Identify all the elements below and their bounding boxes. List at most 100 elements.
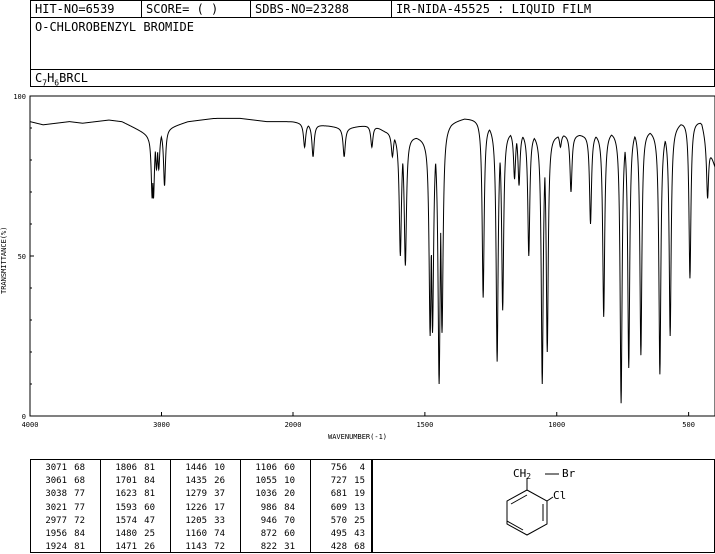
peak-column: 1446 10 1435 26 1279 37 1226 17 1205 33 1160 74 1143… <box>173 462 225 554</box>
compound-info-box: O-CHLOROBENZYL BROMIDE C7H6BRCL <box>30 17 715 87</box>
peak-transmittance: 70 <box>284 515 295 526</box>
hit-number: HIT-NO=6539 <box>35 2 115 16</box>
peak-wavenumber: 3038 <box>45 489 67 500</box>
peak-wavenumber: 2977 <box>45 515 67 526</box>
peak-row: 1574 47 <box>103 515 155 528</box>
peak-column: 1806 81 1701 84 1623 81 1593 60 1574 47 1480 25 1471… <box>103 462 155 554</box>
compound-name: O-CHLOROBENZYL BROMIDE <box>35 20 194 34</box>
peak-row: 3071 68 <box>33 462 85 475</box>
x-tick-label: 1500 <box>416 421 433 429</box>
peak-wavenumber: 872 <box>260 529 277 540</box>
peak-wavenumber: 1480 <box>115 529 137 540</box>
peak-row: 681 19 <box>313 488 365 501</box>
peak-transmittance: 72 <box>214 542 225 553</box>
ch2-label: CH2 <box>513 467 531 481</box>
peak-wavenumber: 1205 <box>185 515 207 526</box>
peak-wavenumber: 1435 <box>185 476 207 487</box>
peak-transmittance: 81 <box>144 489 155 500</box>
peak-row: 570 25 <box>313 515 365 528</box>
x-tick-label: 1000 <box>548 421 565 429</box>
br-label: Br <box>562 467 576 480</box>
peak-wavenumber: 1446 <box>185 463 207 473</box>
peak-wavenumber: 1471 <box>115 542 137 553</box>
y-axis-label: TRANSMITTANCE(%) <box>0 227 8 294</box>
peak-transmittance: 84 <box>144 476 155 487</box>
peak-transmittance: 19 <box>354 489 365 500</box>
x-axis-label: WAVENUMBER(-1) <box>328 433 387 441</box>
score: SCORE= ( ) <box>146 2 219 16</box>
sdbs-number: SDBS-NO=23288 <box>255 2 349 16</box>
peak-column-divider <box>240 460 241 552</box>
peak-row: 727 15 <box>313 475 365 488</box>
peak-transmittance: 25 <box>144 529 155 540</box>
peak-column: 1106 60 1055 10 1036 20 986 84 946 70 872 60 822 31 <box>243 462 295 554</box>
peak-transmittance: 84 <box>284 502 295 513</box>
peak-row: 1701 84 <box>103 475 155 488</box>
peak-transmittance: 47 <box>144 515 155 526</box>
y-tick-label: 100 <box>13 93 26 101</box>
peak-row: 1480 25 <box>103 528 155 541</box>
peak-wavenumber: 946 <box>260 515 277 526</box>
peak-transmittance: 68 <box>74 476 85 487</box>
peak-column-divider <box>310 460 311 552</box>
peak-wavenumber: 1806 <box>115 463 137 473</box>
ir-nida-number: IR-NIDA-45525 : LIQUID FILM <box>396 2 592 16</box>
peak-transmittance: 81 <box>144 463 155 473</box>
aromatic-double-bond <box>510 494 528 505</box>
peak-row: 1143 72 <box>173 541 225 554</box>
peak-column: 756 4 727 15 681 19 609 13 570 25 495 43 428 68 <box>313 462 365 554</box>
x-tick-label: 3000 <box>153 421 170 429</box>
peak-transmittance: 15 <box>354 476 365 487</box>
peak-transmittance: 4 <box>359 463 365 473</box>
peak-wavenumber: 609 <box>330 502 347 513</box>
peak-row: 1593 60 <box>103 502 155 515</box>
x-tick-label: 500 <box>682 421 695 429</box>
peak-row: 1806 81 <box>103 462 155 475</box>
structure-drawing: CH2 Br Cl <box>506 467 576 536</box>
peak-wavenumber: 1106 <box>255 463 277 473</box>
peak-transmittance: 10 <box>214 463 225 473</box>
peak-row: 1924 81 <box>33 541 85 554</box>
peak-transmittance: 68 <box>354 542 365 553</box>
peak-row: 3038 77 <box>33 488 85 501</box>
spectrum-line <box>29 117 715 404</box>
peak-wavenumber: 681 <box>330 489 347 500</box>
peak-transmittance: 68 <box>74 463 85 473</box>
peak-row: 1435 26 <box>173 475 225 488</box>
peak-row: 1279 37 <box>173 488 225 501</box>
peak-transmittance: 60 <box>284 463 295 473</box>
cl-label: Cl <box>553 489 566 502</box>
peak-column-divider <box>100 460 101 552</box>
peak-row: 822 31 <box>243 541 295 554</box>
peak-wavenumber: 1226 <box>185 502 207 513</box>
peak-row: 872 60 <box>243 528 295 541</box>
peak-row: 1471 26 <box>103 541 155 554</box>
peak-transmittance: 20 <box>284 489 295 500</box>
peak-row: 1623 81 <box>103 488 155 501</box>
peak-wavenumber: 3061 <box>45 476 67 487</box>
peak-row: 1160 74 <box>173 528 225 541</box>
peak-wavenumber: 428 <box>330 542 347 553</box>
peak-row: 3021 77 <box>33 502 85 515</box>
formula-elements-rest: BRCL <box>59 71 89 85</box>
peak-row: 495 43 <box>313 528 365 541</box>
x-tick-label: 4000 <box>22 421 39 429</box>
peak-wavenumber: 495 <box>330 529 347 540</box>
peak-row: 428 68 <box>313 541 365 554</box>
peak-transmittance: 26 <box>214 476 225 487</box>
y-tick-label: 0 <box>22 413 26 421</box>
peak-wavenumber: 822 <box>260 542 277 553</box>
peak-transmittance: 13 <box>354 502 365 513</box>
x-axis-ticks: 4000 3000 2000 1500 1000 500 <box>22 412 695 429</box>
peak-row: 1055 10 <box>243 475 295 488</box>
peak-transmittance: 43 <box>354 529 365 540</box>
peak-row: 756 4 <box>313 462 365 475</box>
peak-row: 1446 10 <box>173 462 225 475</box>
benzene-ring <box>506 489 548 536</box>
peak-row: 2977 72 <box>33 515 85 528</box>
peak-transmittance: 72 <box>74 515 85 526</box>
peak-transmittance: 60 <box>144 502 155 513</box>
peak-column-divider <box>170 460 171 552</box>
y-tick-label: 50 <box>18 253 26 261</box>
peak-wavenumber: 3071 <box>45 463 67 473</box>
